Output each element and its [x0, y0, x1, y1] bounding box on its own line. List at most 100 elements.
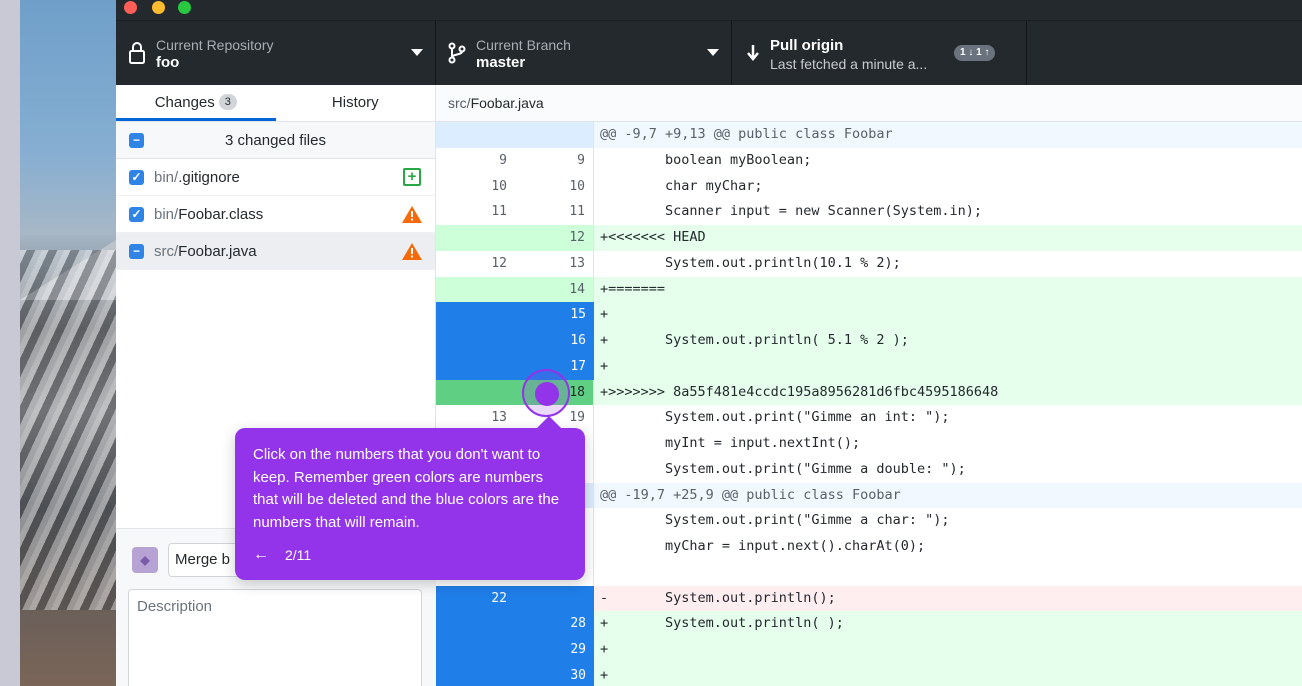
diff-line-text [594, 560, 1302, 586]
current-repository-button[interactable]: Current Repository foo [116, 21, 436, 85]
arrow-left-icon[interactable]: ← [253, 546, 269, 564]
old-line-number[interactable] [436, 662, 515, 686]
old-line-number[interactable] [436, 637, 515, 663]
file-row-foobar-class[interactable]: ✓ bin/Foobar.class [116, 196, 435, 233]
diff-line-text: myInt = input.nextInt(); [600, 435, 861, 451]
diff-line-text: +======= [594, 276, 1302, 303]
diff-line-text: char myChar; [600, 177, 763, 194]
diff-line: 16 + System.out.println( 5.1 % 2 ); [436, 328, 1302, 354]
ahead-behind-badge: 1 ↓ 1 ↑ [954, 45, 996, 61]
old-line-number[interactable]: 9 [436, 148, 515, 174]
new-line-number[interactable]: 10 [515, 173, 594, 200]
changes-count-badge: 3 [218, 94, 237, 110]
diff-hunk-header: @@ -9,7 +9,13 @@ public class Foobar [436, 122, 1302, 148]
file-checkbox[interactable]: ✓ [129, 207, 144, 222]
old-line-number[interactable]: 12 [436, 251, 515, 277]
github-desktop-window: Current Repository foo Current Branch ma… [116, 0, 1302, 686]
old-line-number[interactable] [436, 122, 515, 148]
chevron-down-icon [707, 49, 719, 56]
diff-line: 22 - System.out.println(); [436, 585, 1302, 612]
changed-files-header: − 3 changed files [116, 122, 435, 159]
diff-line-text: System.out.println(10.1 % 2); [600, 254, 901, 271]
repository-name: foo [156, 54, 180, 71]
tab-changes[interactable]: Changes 3 [116, 86, 276, 121]
old-line-number[interactable]: 11 [436, 199, 515, 225]
tour-instruction-text: Click on the numbers that you don't want… [253, 446, 560, 531]
arrow-down-icon [742, 41, 764, 65]
old-line-number[interactable]: 10 [436, 174, 515, 200]
new-line-number[interactable]: 9 [515, 147, 594, 174]
diff-file-path: src/Foobar.java [436, 86, 1302, 122]
branch-icon [446, 41, 468, 65]
current-branch-button[interactable]: Current Branch master [436, 21, 732, 85]
chevron-down-icon [411, 49, 423, 56]
diff-line: 99 boolean myBoolean; [436, 147, 1302, 174]
old-line-number[interactable] [436, 379, 515, 406]
diff-line: 29 + [436, 637, 1302, 663]
diff-line-text: @@ -19,7 +25,9 @@ public class Foobar [600, 486, 901, 503]
file-checkbox[interactable]: ✓ [129, 170, 144, 185]
toolbar: Current Repository foo Current Branch ma… [116, 20, 1302, 85]
tab-history[interactable]: History [276, 86, 436, 121]
file-path: bin/Foobar.class [154, 206, 264, 223]
new-line-number[interactable]: 14 [515, 276, 594, 303]
diff-line: 17 + [436, 353, 1302, 380]
tour-navigation: ← 2/11 [253, 546, 311, 564]
tab-changes-label: Changes [154, 94, 215, 111]
zoom-window-button[interactable] [178, 1, 191, 14]
file-added-icon: + [403, 168, 421, 186]
tour-step-counter: 2/11 [285, 547, 312, 563]
diff-line-text: + [594, 302, 1302, 328]
new-line-number[interactable] [515, 122, 594, 148]
diff-line-text: + [594, 353, 1302, 380]
conflict-warning-icon [401, 242, 423, 261]
file-row-foobar-java[interactable]: − src/Foobar.java [116, 233, 435, 270]
sidebar-tabs: Changes 3 History [116, 86, 435, 122]
toolbar-spacer [1027, 21, 1302, 85]
diff-line: 30 + [436, 662, 1302, 686]
pull-origin-button[interactable]: Pull origin Last fetched a minute a... 1… [732, 21, 1027, 85]
new-line-number[interactable]: 30 [515, 662, 594, 686]
diff-line: 12 +<<<<<<< HEAD [436, 225, 1302, 251]
diff-line-text: + [594, 662, 1302, 686]
diff-line: 12 13 System.out.println(10.1 % 2); [436, 250, 1302, 277]
new-line-number[interactable]: 12 [515, 225, 594, 251]
file-row-gitignore[interactable]: ✓ bin/.gitignore + [116, 159, 435, 196]
diff-line-text: +>>>>>>> 8a55f481e4ccdc195a8956281d6fbc4… [594, 379, 1302, 406]
desktop-wallpaper [20, 0, 116, 686]
old-line-number[interactable] [436, 302, 515, 328]
new-line-number[interactable]: 28 [515, 611, 594, 637]
diff-line: 10 10 char myChar; [436, 173, 1302, 200]
desktop-edge [0, 0, 20, 686]
old-line-number[interactable] [436, 611, 515, 637]
tour-tooltip: Click on the numbers that you don't want… [235, 416, 585, 580]
diff-line-text: +<<<<<<< HEAD [594, 225, 1302, 251]
old-line-number[interactable] [436, 353, 515, 380]
branch-name: master [476, 54, 526, 71]
new-line-number[interactable]: 15 [515, 302, 594, 328]
diff-line-text: @@ -9,7 +9,13 @@ public class Foobar [600, 126, 893, 142]
diff-line-text: System.out.print("Gimme a char: "); [600, 512, 950, 529]
tab-history-label: History [331, 94, 379, 111]
old-line-number[interactable] [436, 328, 515, 354]
new-line-number[interactable]: 11 [515, 199, 594, 225]
new-line-number[interactable] [515, 585, 594, 612]
new-line-number[interactable]: 13 [515, 250, 594, 277]
diff-line: 14 +======= [436, 276, 1302, 303]
diff-line-text: Scanner input = new Scanner(System.in); [600, 203, 983, 220]
diff-line: 28 + System.out.println( ); [436, 611, 1302, 637]
new-line-number[interactable]: 16 [515, 328, 594, 354]
close-window-button[interactable] [124, 1, 137, 14]
tour-hotspot-dot [535, 382, 559, 406]
new-line-number[interactable]: 29 [515, 637, 594, 663]
old-line-number[interactable]: 22 [436, 585, 515, 612]
minimize-window-button[interactable] [152, 1, 165, 14]
diff-line-text: - System.out.println(); [594, 585, 1302, 612]
diff-line: 11 11 Scanner input = new Scanner(System.… [436, 199, 1302, 225]
changes-sidebar: Changes 3 History − 3 changed files ✓ bin… [116, 86, 436, 686]
title-bar [116, 0, 1302, 20]
file-checkbox[interactable]: − [129, 244, 144, 259]
commit-description-input[interactable]: Description [128, 589, 422, 686]
old-line-number[interactable] [436, 276, 515, 303]
old-line-number[interactable] [436, 225, 515, 251]
